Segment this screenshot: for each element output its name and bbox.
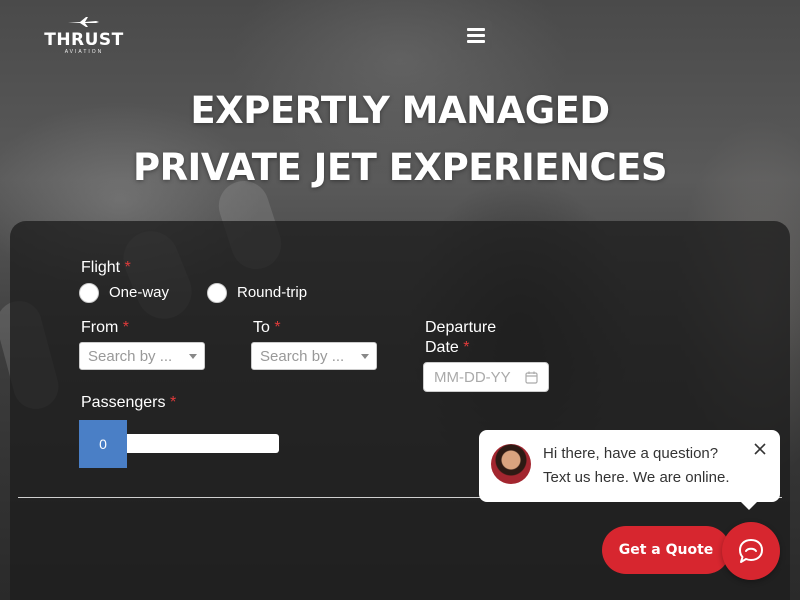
brand-logo[interactable]: THRUST AVIATION <box>36 16 132 56</box>
required-mark: * <box>463 339 470 356</box>
site-header: THRUST AVIATION <box>0 0 800 70</box>
hero-title: EXPERTLY MANAGED PRIVATE JET EXPERIENCES <box>0 82 800 196</box>
brand-tagline: AVIATION <box>64 49 104 55</box>
hero-title-line-2: PRIVATE JET EXPERIENCES <box>132 146 668 189</box>
close-icon[interactable] <box>753 442 767 456</box>
chat-message-line-2: Text us here. We are online. <box>543 469 730 486</box>
flight-label-text: Flight <box>81 259 121 276</box>
to-label-text: To <box>253 319 270 336</box>
plane-icon <box>68 17 99 27</box>
departure-date-label: Departure Date * <box>425 318 496 358</box>
chat-greeting-text: Hi there, have a question? Text us here.… <box>543 442 753 490</box>
required-mark: * <box>124 259 131 276</box>
hamburger-menu-icon <box>467 27 485 31</box>
from-select-placeholder: Search by ... <box>88 348 173 365</box>
get-a-quote-button[interactable]: Get a Quote <box>602 526 730 574</box>
to-select[interactable]: Search by ... <box>251 342 377 370</box>
chat-message-line-1: Hi there, have a question? <box>543 445 719 462</box>
from-select[interactable]: Search by ... <box>79 342 205 370</box>
chevron-down-icon <box>361 354 369 359</box>
required-mark: * <box>122 319 130 336</box>
to-select-placeholder: Search by ... <box>260 348 345 365</box>
from-label-text: From <box>81 319 119 336</box>
to-label: To * <box>253 318 281 338</box>
one-way-label[interactable]: One-way <box>109 284 169 301</box>
passengers-stepper-track[interactable] <box>127 434 279 453</box>
departure-date-placeholder: MM-DD-YY <box>434 369 511 386</box>
passengers-label-text: Passengers <box>81 394 166 411</box>
chat-launcher-button[interactable] <box>722 522 780 580</box>
required-mark: * <box>274 319 281 336</box>
departure-label-line-1: Departure <box>425 319 497 336</box>
passengers-label: Passengers * <box>81 393 176 413</box>
chat-icon <box>739 539 763 563</box>
departure-date-input[interactable]: MM-DD-YY <box>423 362 549 392</box>
flight-label: Flight * <box>81 258 131 278</box>
agent-avatar <box>491 444 531 484</box>
passengers-stepper-value[interactable]: 0 <box>79 420 127 468</box>
one-way-radio[interactable] <box>79 283 99 303</box>
brand-name: THRUST <box>44 30 124 50</box>
departure-label-line-2: Date <box>425 339 459 356</box>
hamburger-menu-button[interactable] <box>460 20 492 50</box>
round-trip-label[interactable]: Round-trip <box>237 284 307 301</box>
calendar-icon[interactable] <box>525 371 538 384</box>
hero-title-line-1: EXPERTLY MANAGED <box>190 89 610 132</box>
required-mark: * <box>169 394 177 411</box>
hamburger-menu-icon-bar <box>467 39 485 43</box>
chevron-down-icon <box>189 354 197 359</box>
hamburger-menu-icon-bar <box>467 33 485 37</box>
chat-greeting-bubble[interactable]: Hi there, have a question? Text us here.… <box>479 430 780 510</box>
round-trip-radio[interactable] <box>207 283 227 303</box>
from-label: From * <box>81 318 129 338</box>
